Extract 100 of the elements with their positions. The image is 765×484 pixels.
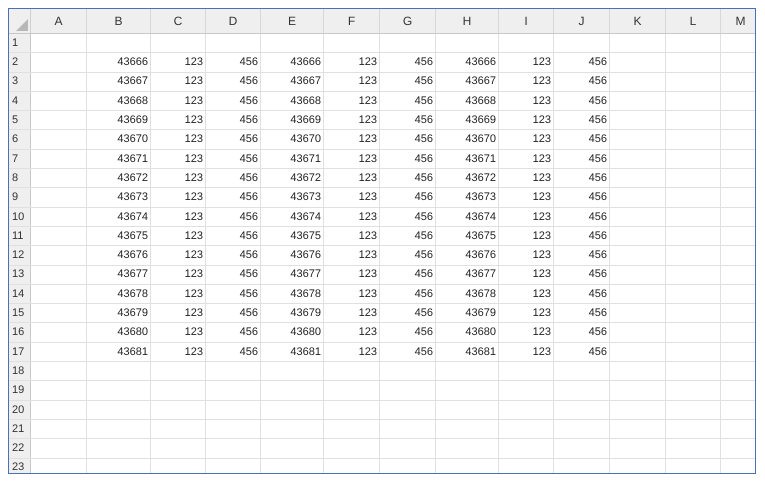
table-cell-text: 123 bbox=[358, 325, 377, 340]
column-header[interactable]: I bbox=[499, 9, 554, 33]
table-cell-text: 123 bbox=[532, 74, 551, 90]
row-header[interactable]: 7 bbox=[9, 150, 31, 168]
row-header[interactable]: 14 bbox=[9, 284, 31, 304]
row-header[interactable]: 19 bbox=[9, 381, 31, 400]
table-cell-text: 123 bbox=[532, 94, 551, 109]
table-cell-text: 456 bbox=[588, 210, 607, 225]
column-header[interactable]: M bbox=[721, 9, 755, 33]
table-cell-text: 123 bbox=[532, 286, 551, 302]
table-cell-text: 43680 bbox=[117, 325, 148, 340]
table-cell-text: 43667 bbox=[117, 74, 148, 90]
table-cell-text: 43669 bbox=[117, 113, 148, 128]
table-cell-text: 456 bbox=[588, 306, 607, 322]
table-cell-text: 43668 bbox=[465, 94, 496, 109]
row-header[interactable]: 8 bbox=[9, 169, 31, 188]
column-header[interactable]: E bbox=[261, 9, 324, 33]
table-cell-text: 123 bbox=[532, 113, 551, 128]
table-cell-text: 43681 bbox=[290, 344, 321, 360]
column-header[interactable]: G bbox=[380, 9, 436, 33]
column-header[interactable]: B bbox=[87, 9, 151, 33]
table-cell-text: 43667 bbox=[465, 74, 496, 90]
table-cell-text: 123 bbox=[184, 55, 203, 70]
row-header[interactable]: 22 bbox=[9, 439, 31, 458]
table-cell-text: 43676 bbox=[117, 248, 148, 264]
table-cell-text: 456 bbox=[414, 74, 433, 90]
table-cell-text: 123 bbox=[358, 132, 377, 148]
column-header[interactable]: K bbox=[610, 9, 666, 33]
table-cell-text: 456 bbox=[588, 74, 607, 90]
table-cell-text: 43677 bbox=[290, 267, 321, 282]
column-header[interactable]: H bbox=[436, 9, 499, 33]
row-header[interactable]: 13 bbox=[9, 266, 31, 284]
row-header[interactable]: 18 bbox=[9, 362, 31, 380]
table-cell-text: 43669 bbox=[290, 113, 321, 128]
table-cell-text: 456 bbox=[240, 306, 258, 322]
column-header[interactable]: J bbox=[554, 9, 610, 33]
table-cell-text: 123 bbox=[184, 94, 203, 109]
table-cell-text: 43671 bbox=[465, 152, 496, 167]
table-cell-text: 123 bbox=[358, 210, 377, 225]
table-cell-text: 456 bbox=[414, 306, 433, 322]
table-cell-text: 123 bbox=[184, 344, 203, 360]
column-header[interactable]: F bbox=[324, 9, 380, 33]
table-cell-text: 43674 bbox=[117, 210, 148, 225]
row-header[interactable]: 2 bbox=[9, 53, 31, 72]
row-header[interactable]: 21 bbox=[9, 420, 31, 438]
table-cell-text: 123 bbox=[532, 210, 551, 225]
table-cell-text: 43666 bbox=[465, 55, 496, 70]
table-cell-text: 456 bbox=[588, 248, 607, 264]
column-header[interactable]: C bbox=[151, 9, 206, 33]
row-header[interactable]: 17 bbox=[9, 342, 31, 362]
table-cell-text: 123 bbox=[358, 55, 377, 70]
row-header[interactable]: 9 bbox=[9, 188, 31, 207]
table-cell-text: 43671 bbox=[290, 152, 321, 167]
row-header[interactable]: 23 bbox=[9, 458, 31, 473]
table-cell-text: 456 bbox=[240, 248, 258, 264]
table-cell-text: 43672 bbox=[290, 170, 321, 186]
row-header[interactable]: 4 bbox=[9, 92, 31, 110]
table-cell-text: 456 bbox=[414, 210, 433, 225]
table-cell-text: 43673 bbox=[290, 190, 321, 206]
table-cell-text: 123 bbox=[184, 228, 203, 244]
table-cell-text: 456 bbox=[240, 170, 258, 186]
table-cell-text: 43668 bbox=[290, 94, 321, 109]
table-cell-text: 123 bbox=[532, 170, 551, 186]
table-cell-text: 123 bbox=[358, 170, 377, 186]
table-cell-text: 123 bbox=[184, 325, 203, 340]
table-cell-text: 456 bbox=[414, 170, 433, 186]
row-header[interactable]: 16 bbox=[9, 323, 31, 342]
column-header[interactable]: L bbox=[666, 9, 721, 33]
table-cell-text: 43676 bbox=[290, 248, 321, 264]
table-cell-text: 456 bbox=[588, 267, 607, 282]
table-cell-text: 123 bbox=[184, 306, 203, 322]
row-header[interactable]: 20 bbox=[9, 400, 31, 419]
table-cell-text: 456 bbox=[240, 344, 258, 360]
row-header[interactable]: 15 bbox=[9, 304, 31, 322]
table-cell-text: 123 bbox=[184, 113, 203, 128]
table-cell-text: 123 bbox=[358, 94, 377, 109]
table-cell-text: 43666 bbox=[117, 55, 148, 70]
row-header[interactable]: 11 bbox=[9, 226, 31, 246]
table-cell-text: 123 bbox=[532, 344, 551, 360]
column-header[interactable]: D bbox=[206, 9, 261, 33]
row-header[interactable]: 6 bbox=[9, 130, 31, 149]
row-header[interactable]: 10 bbox=[9, 208, 31, 226]
table-cell-text: 456 bbox=[414, 325, 433, 340]
row-header[interactable]: 12 bbox=[9, 246, 31, 265]
table-cell-text: 43667 bbox=[290, 74, 321, 90]
table-cell-text: 456 bbox=[414, 286, 433, 302]
row-header[interactable]: 1 bbox=[9, 34, 31, 52]
table-cell-text: 456 bbox=[240, 55, 258, 70]
table-cell-text: 123 bbox=[184, 132, 203, 148]
table-cell-text: 43674 bbox=[290, 210, 321, 225]
table-cell-text: 43674 bbox=[465, 210, 496, 225]
row-header[interactable]: 5 bbox=[9, 111, 31, 130]
table-cell-text: 43678 bbox=[290, 286, 321, 302]
table-cell-text: 43677 bbox=[117, 267, 148, 282]
row-header[interactable]: 3 bbox=[9, 72, 31, 91]
table-cell-text: 456 bbox=[240, 190, 258, 206]
table-cell-text: 43678 bbox=[465, 286, 496, 302]
column-header[interactable]: A bbox=[31, 9, 87, 33]
select-all-icon[interactable] bbox=[16, 19, 28, 31]
table-cell-text: 456 bbox=[588, 55, 607, 70]
